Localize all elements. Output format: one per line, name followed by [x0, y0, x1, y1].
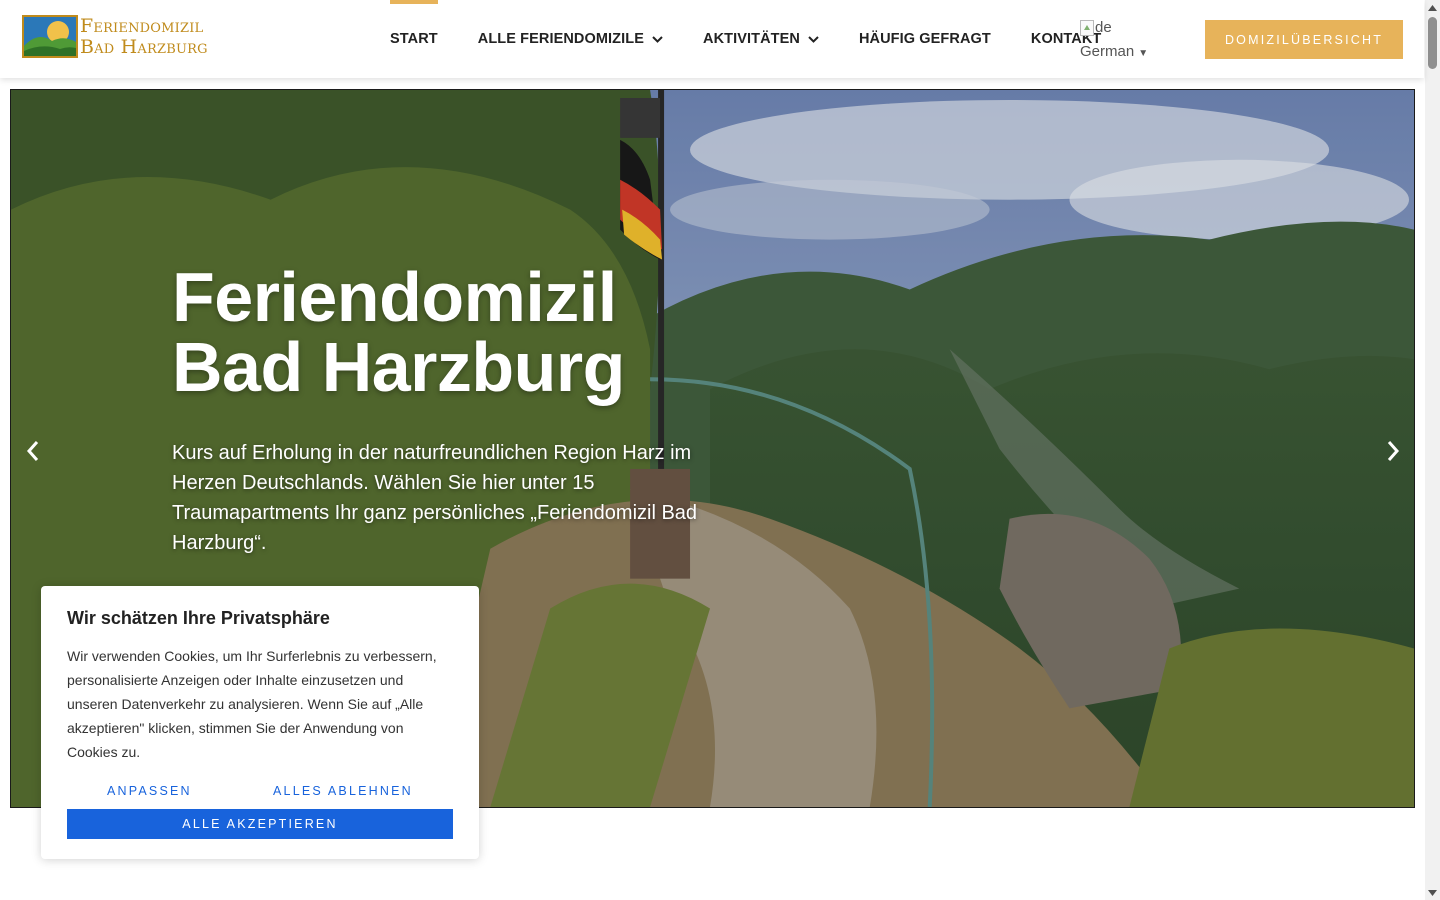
nav-item-haeufig-gefragt[interactable]: Häufig gefragt — [859, 0, 991, 78]
domizil-overview-button[interactable]: Domizilübersicht — [1205, 20, 1403, 59]
nav-item-aktivitaeten[interactable]: Aktivitäten — [703, 0, 819, 78]
hero-description: Kurs auf Erholung in der naturfreundlich… — [172, 442, 698, 554]
nav-item-label: Aktivitäten — [703, 31, 800, 47]
page-scrollbar[interactable] — [1425, 0, 1440, 900]
language-flag: de — [1080, 16, 1148, 40]
scroll-up-icon[interactable] — [1425, 0, 1440, 15]
logo-mark-icon — [22, 15, 78, 58]
scroll-down-icon[interactable] — [1425, 885, 1440, 900]
nav-item-label: Häufig gefragt — [858, 31, 991, 47]
chevron-right-icon — [1387, 441, 1400, 461]
slider-prev-button[interactable] — [21, 436, 45, 466]
site-logo[interactable]: Feriendomizil Bad Harzburg — [22, 15, 208, 58]
nav-item-label: Start — [390, 31, 438, 47]
logo-line-1: Feriendomizil — [80, 14, 204, 37]
chevron-down-icon — [808, 35, 819, 43]
language-label-row: German ▼ — [1080, 40, 1148, 66]
language-flag-alt: de — [1095, 19, 1112, 36]
logo-text: Feriendomizil Bad Harzburg — [80, 14, 208, 58]
nav-item-label: Alle Feriendomizile — [477, 31, 644, 47]
language-switcher[interactable]: de German ▼ — [1080, 16, 1148, 66]
nav-item-alle-feriendomizile[interactable]: Alle Feriendomizile — [478, 0, 663, 78]
main-nav: Start Alle Feriendomizile Aktivitäten Hä… — [390, 0, 1141, 78]
hero-title: Feriendomizil Bad Harzburg — [172, 262, 625, 402]
language-label: German — [1080, 43, 1135, 60]
cookie-reject-all-button[interactable]: Alles ablehnen — [273, 784, 413, 798]
cookie-consent-banner: Wir schätzen Ihre Privatsphäre Wir verwe… — [41, 586, 479, 859]
caret-down-icon: ▼ — [1138, 48, 1149, 59]
slider-next-button[interactable] — [1381, 436, 1405, 466]
chevron-down-icon — [652, 35, 663, 43]
cookie-accept-all-button[interactable]: Alle akzeptieren — [67, 809, 453, 839]
cookie-banner-title: Wir schätzen Ihre Privatsphäre — [67, 608, 330, 628]
hero-title-line-1: Feriendomizil — [172, 258, 617, 336]
chevron-left-icon — [26, 441, 39, 461]
nav-item-start[interactable]: Start — [390, 0, 438, 78]
cookie-customize-button[interactable]: Anpassen — [107, 784, 192, 798]
scrollbar-thumb[interactable] — [1428, 17, 1437, 69]
broken-image-icon — [1080, 20, 1094, 36]
cookie-banner-text: Wir verwenden Cookies, um Ihr Surferlebn… — [67, 648, 437, 760]
site-header: Feriendomizil Bad Harzburg Start Alle Fe… — [0, 0, 1424, 78]
logo-line-2: Bad Harzburg — [80, 35, 208, 58]
hero-title-line-2: Bad Harzburg — [172, 328, 625, 406]
